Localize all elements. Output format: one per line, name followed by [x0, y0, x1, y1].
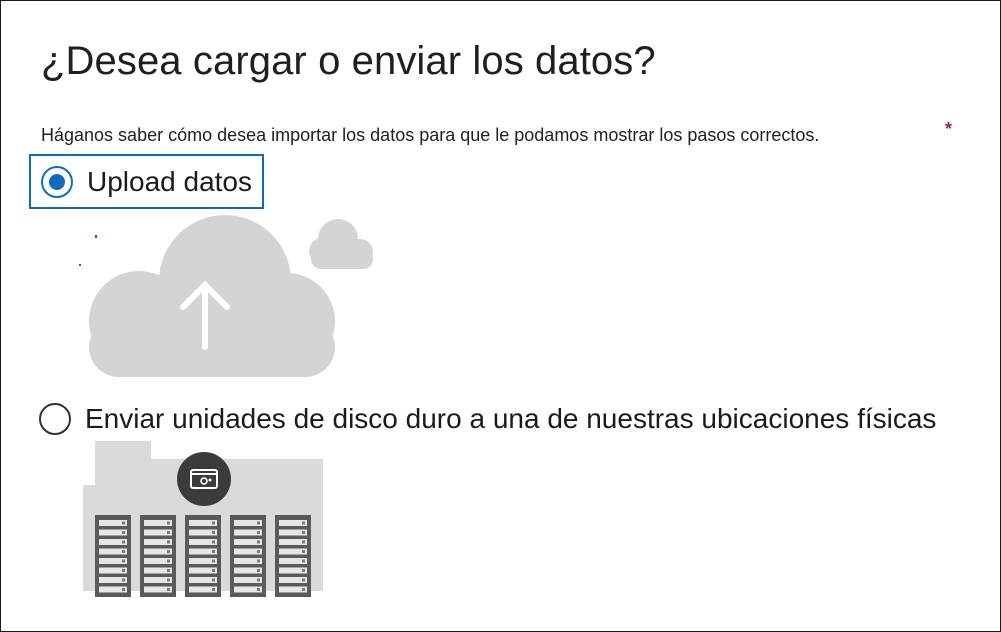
- server-led: [212, 578, 215, 582]
- server-led: [302, 531, 305, 534]
- import-method-dialog: ¿Desea cargar o enviar los datos? Hágano…: [0, 0, 1001, 632]
- server-led: [302, 540, 305, 544]
- required-asterisk: *: [945, 119, 953, 139]
- server-rack: [275, 515, 311, 597]
- server-led: [167, 550, 170, 553]
- server-led: [167, 569, 170, 572]
- server-led: [167, 559, 170, 563]
- server-led: [212, 588, 215, 591]
- server-rack: [185, 515, 221, 597]
- server-led: [167, 521, 170, 525]
- server-led: [122, 578, 125, 582]
- upload-option-label: Upload datos: [87, 165, 253, 197]
- server-led: [212, 540, 215, 544]
- server-led: [122, 521, 125, 525]
- ship-drives-option-label: Enviar unidades de disco duro a una de n…: [85, 403, 937, 434]
- server-led: [212, 550, 215, 553]
- server-led: [167, 588, 170, 591]
- server-led: [212, 569, 215, 572]
- server-led: [122, 588, 125, 591]
- ship-drives-radio-button[interactable]: [39, 403, 71, 435]
- server-led: [302, 578, 305, 582]
- server-led: [122, 540, 125, 544]
- server-led: [257, 588, 260, 591]
- server-led: [302, 521, 305, 525]
- server-led: [122, 569, 125, 572]
- server-led: [122, 550, 125, 553]
- cloud-upload-icon: [79, 215, 373, 377]
- server-led: [167, 531, 170, 534]
- datacenter-servers-icon: [83, 441, 323, 597]
- server-led: [302, 588, 305, 591]
- server-led: [122, 531, 125, 534]
- server-led: [302, 569, 305, 572]
- server-led: [257, 559, 260, 563]
- server-rack: [230, 515, 266, 597]
- server-led: [212, 521, 215, 525]
- server-led: [302, 550, 305, 553]
- server-led: [122, 559, 125, 563]
- server-led: [257, 540, 260, 544]
- server-led: [302, 559, 305, 563]
- server-led: [257, 521, 260, 525]
- server-led: [167, 540, 170, 544]
- server-led: [257, 550, 260, 553]
- upload-radio-button[interactable]: [41, 165, 73, 198]
- server-led: [257, 569, 260, 572]
- server-led: [167, 578, 170, 582]
- page-title: ¿Desea cargar o enviar los datos?: [41, 39, 656, 83]
- server-led: [212, 559, 215, 563]
- instructions-text: Háganos saber cómo desea importar los da…: [41, 125, 820, 145]
- ship-drives-option[interactable]: Enviar unidades de disco duro a una de n…: [39, 401, 936, 437]
- server-led: [257, 531, 260, 534]
- server-led: [257, 578, 260, 582]
- server-rack: [95, 515, 131, 597]
- server-led: [212, 531, 215, 534]
- upload-data-option[interactable]: Upload datos: [29, 154, 265, 209]
- server-rack: [140, 515, 176, 597]
